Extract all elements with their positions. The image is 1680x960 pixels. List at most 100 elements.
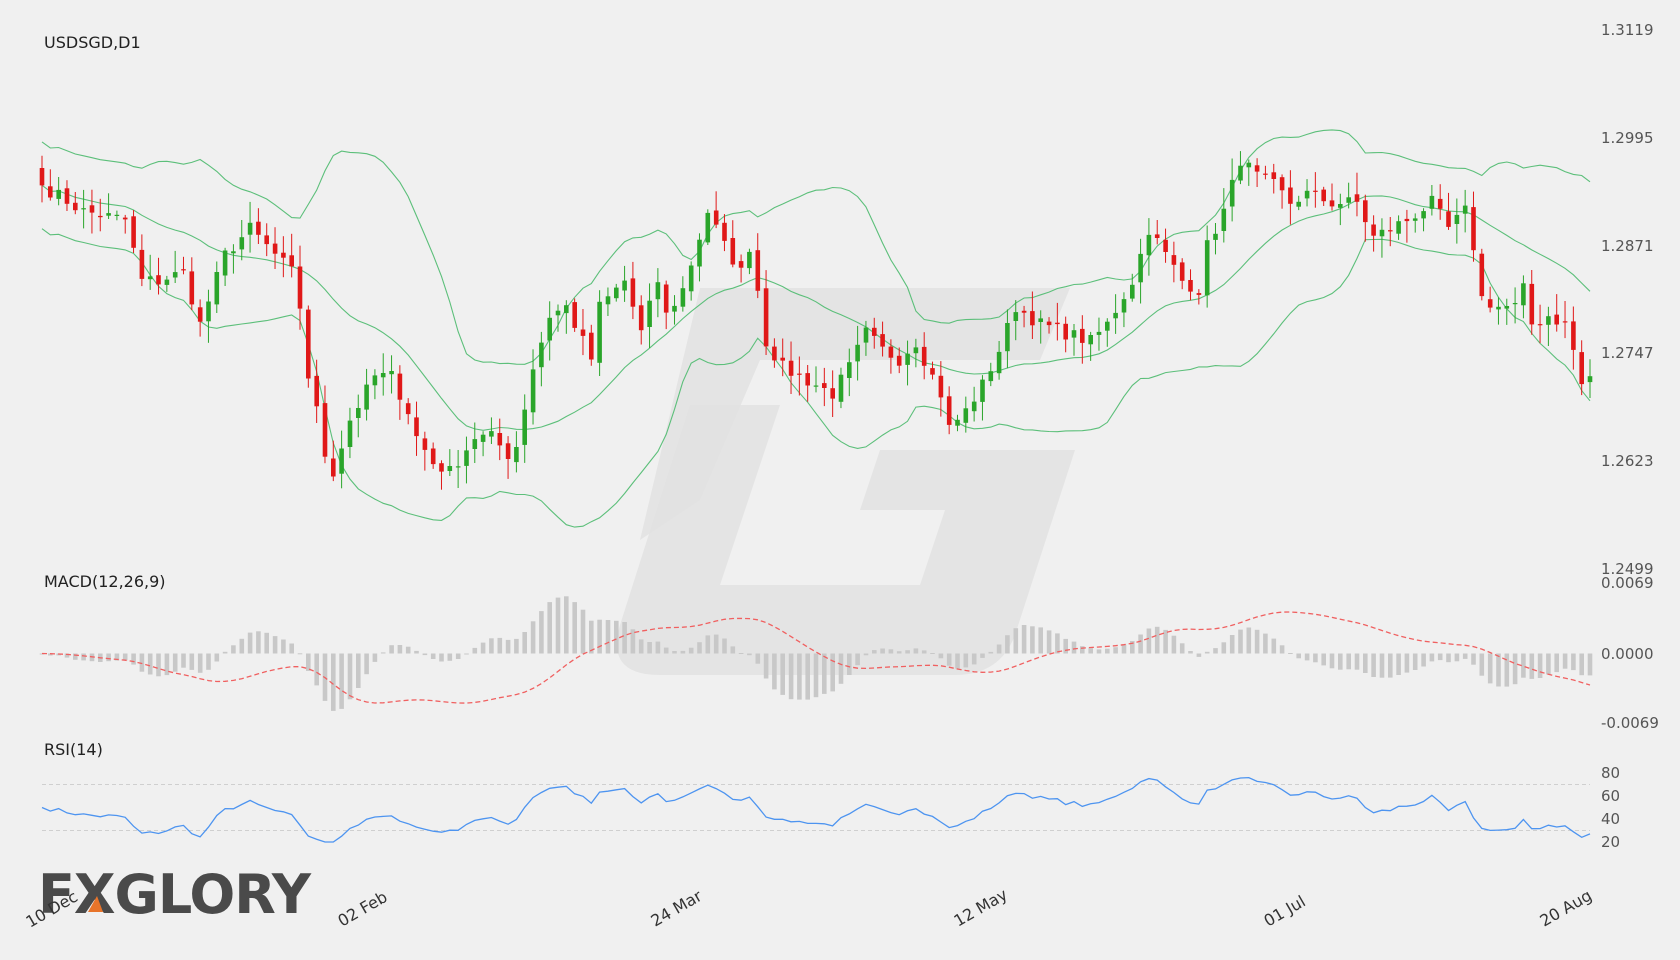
candle-body <box>1487 299 1493 308</box>
candle-body <box>1504 306 1510 309</box>
candle-body <box>797 373 802 375</box>
macd-hist-bar <box>988 651 994 654</box>
macd-hist-bar <box>430 653 436 659</box>
macd-hist-bar <box>1479 653 1485 676</box>
macd-hist-bar <box>447 653 453 661</box>
candle-body <box>880 334 885 347</box>
macd-hist-bar <box>1179 643 1185 654</box>
macd-hist-bar <box>464 653 469 655</box>
candle-body <box>414 417 419 437</box>
macd-hist-bar <box>1055 633 1060 654</box>
macd-hist-bar <box>1388 653 1393 678</box>
macd-hist-bar <box>1546 653 1551 675</box>
macd-hist-bar <box>963 653 969 668</box>
date-label: 02 Feb <box>335 887 391 930</box>
macd-hist-bar <box>1304 653 1310 661</box>
macd-hist-bar <box>1404 653 1410 673</box>
candle-body <box>1462 205 1468 214</box>
macd-hist-bar <box>747 653 752 656</box>
candle-body <box>1063 323 1068 340</box>
candle-body <box>921 346 927 366</box>
candle-body <box>1013 312 1019 321</box>
candle-body <box>738 261 744 268</box>
macd-hist-bar <box>1254 629 1260 654</box>
macd-hist-bar <box>605 620 611 654</box>
candle-body <box>122 217 128 220</box>
rsi-path <box>41 776 1591 843</box>
macd-hist-bar <box>663 647 669 654</box>
macd-hist-bar <box>505 639 511 654</box>
candle-body <box>1313 190 1318 192</box>
macd-hist-bar <box>356 653 361 688</box>
candle-body <box>830 388 835 399</box>
macd-tick: 0.0000 <box>1601 645 1654 663</box>
macd-hist-bar <box>930 653 935 654</box>
macd-hist-bar <box>181 653 186 668</box>
watermark-shape <box>616 405 1075 675</box>
candle-body <box>763 288 769 347</box>
candle-body <box>139 249 145 279</box>
macd-hist-bar <box>763 653 769 679</box>
rsi-title: RSI(14) <box>44 740 103 759</box>
macd-hist-bar <box>672 651 677 654</box>
date-label: 01 Jul <box>1261 892 1309 931</box>
macd-hist-bar <box>522 632 527 654</box>
candle-body <box>805 373 810 386</box>
macd-hist-bar <box>197 653 203 673</box>
macd-hist-bar <box>289 643 294 654</box>
candle-body <box>772 346 777 361</box>
macd-hist-bar <box>622 622 627 654</box>
candle-body <box>697 239 702 267</box>
macd-hist-bar <box>872 650 877 654</box>
candle-body <box>1121 299 1127 313</box>
candle-body <box>322 403 328 457</box>
macd-hist-bar <box>788 653 794 700</box>
macd-hist-bar <box>405 646 411 654</box>
macd-hist-bar <box>247 632 253 654</box>
rsi-tick: 80 <box>1601 764 1620 782</box>
candle-body <box>722 222 727 241</box>
candle-body <box>647 300 652 327</box>
macd-hist-bar <box>1313 653 1318 663</box>
candle-body <box>1055 322 1060 325</box>
candle-body <box>1296 201 1301 207</box>
macd-title: MACD(12,26,9) <box>44 572 166 591</box>
rsi-tick: 60 <box>1601 787 1620 805</box>
date-label: 12 May <box>951 885 1011 931</box>
candle-body <box>81 208 86 210</box>
macd-hist-bar <box>256 631 261 654</box>
macd-hist-bar <box>514 638 519 654</box>
candle-body <box>522 409 527 445</box>
candle-body <box>1163 239 1168 252</box>
candle-body <box>156 275 161 285</box>
candle-body <box>197 307 203 322</box>
candle-body <box>730 238 736 265</box>
macd-hist-bar <box>397 645 403 654</box>
price-tick: 1.2747 <box>1601 344 1654 362</box>
macd-hist-bar <box>1512 653 1518 685</box>
candle-body <box>1146 234 1152 256</box>
rsi-tick: 40 <box>1601 810 1620 828</box>
macd-hist-bar <box>946 653 952 666</box>
candle-body <box>497 433 503 446</box>
candle-body <box>1304 190 1310 199</box>
macd-hist-bar <box>480 642 486 654</box>
candle-body <box>1038 318 1043 322</box>
macd-hist-bar <box>780 653 785 695</box>
candle-body <box>705 212 711 243</box>
candle-body <box>580 329 586 336</box>
candle-body <box>1512 303 1518 305</box>
candle-body <box>1437 198 1443 209</box>
macd-hist-bar <box>339 653 344 709</box>
candle-body <box>930 368 935 375</box>
candle-body <box>1479 253 1485 297</box>
macd-hist-bar <box>655 641 661 654</box>
candle-body <box>89 205 95 213</box>
macd-hist-bar <box>589 620 594 654</box>
macd-hist-bar <box>1571 653 1576 671</box>
candle-body <box>1021 310 1027 313</box>
candle-body <box>172 272 178 278</box>
macd-hist-bar <box>239 638 245 654</box>
candle-body <box>206 301 211 322</box>
candle-body <box>1546 316 1551 325</box>
